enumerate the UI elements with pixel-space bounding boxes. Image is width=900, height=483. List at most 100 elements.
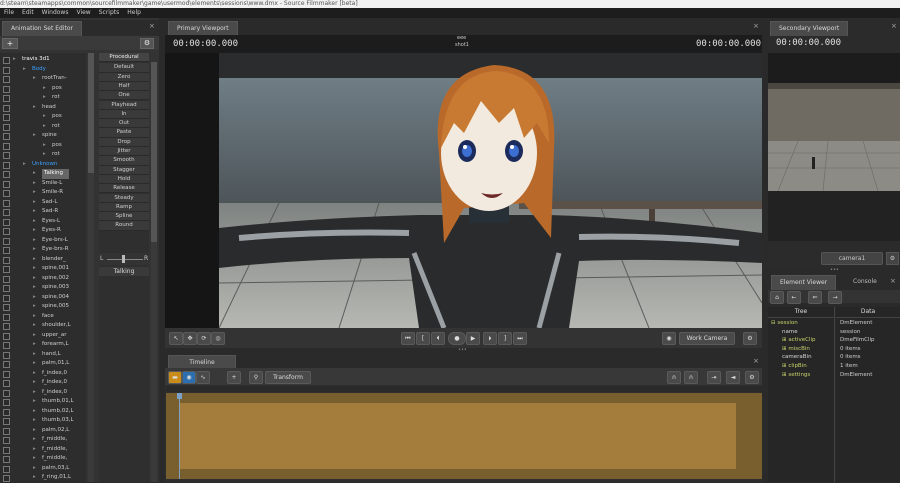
visibility-checkbox[interactable]: [3, 408, 10, 416]
visibility-checkbox[interactable]: [3, 218, 10, 226]
expand-arrow-icon[interactable]: ▸: [33, 274, 36, 284]
menu-edit[interactable]: Edit: [18, 8, 38, 18]
splitter-handle[interactable]: •••: [458, 348, 468, 353]
graph-editor-icon[interactable]: ∿: [196, 371, 210, 384]
tree-row[interactable]: ▸ rot: [0, 150, 86, 160]
tree-row[interactable]: ▸ thumb,03,L: [0, 416, 86, 426]
tree-row[interactable]: ▸ Eyes-L: [0, 217, 86, 227]
viewport-render[interactable]: [219, 53, 762, 328]
tree-column-header[interactable]: Tree: [768, 307, 834, 318]
data-column-header[interactable]: Data: [836, 307, 900, 318]
tab-element-viewer[interactable]: Element Viewer: [771, 275, 837, 290]
visibility-checkbox[interactable]: [3, 209, 10, 216]
expand-arrow-icon[interactable]: ▸: [33, 245, 36, 255]
procedural-scrollbar[interactable]: [151, 62, 157, 482]
tree-row[interactable]: ▸ Body: [0, 65, 86, 75]
tree-row[interactable]: ▸ rot: [0, 122, 86, 132]
gear-icon[interactable]: ⚙: [745, 371, 759, 384]
tree-row[interactable]: ▸ spine,004: [0, 293, 86, 303]
expand-arrow-icon[interactable]: ▸: [33, 217, 36, 227]
home-icon[interactable]: ⌂: [770, 291, 784, 304]
visibility-checkbox[interactable]: [3, 123, 10, 131]
tree-row[interactable]: ▸ pos: [0, 141, 86, 151]
visibility-checkbox[interactable]: [3, 57, 10, 64]
visibility-checkbox[interactable]: [3, 351, 10, 359]
visibility-checkbox[interactable]: [3, 304, 10, 311]
element-tree-row[interactable]: ⊞ activeClip: [782, 336, 815, 345]
visibility-checkbox[interactable]: [3, 361, 10, 368]
audio-icon[interactable]: ◄: [726, 371, 740, 384]
fit-icon[interactable]: ⇥: [707, 371, 721, 384]
select-tool-icon[interactable]: ↖: [169, 332, 183, 345]
visibility-checkbox[interactable]: [3, 294, 10, 302]
skip-to-start-icon[interactable]: ⏮: [401, 332, 415, 345]
headphones-icon[interactable]: ∩: [684, 371, 698, 384]
procedural-button[interactable]: Jitter: [99, 147, 149, 157]
visibility-checkbox[interactable]: [3, 342, 10, 349]
tree-row[interactable]: ▸ Sad-R: [0, 207, 86, 217]
visibility-checkbox[interactable]: [3, 142, 10, 150]
visibility-checkbox[interactable]: [3, 161, 10, 169]
expand-arrow-icon[interactable]: ▸: [43, 141, 46, 151]
expand-arrow-icon[interactable]: ▸: [33, 312, 36, 322]
tree-row[interactable]: ▸ Unknown: [0, 160, 86, 170]
expand-arrow-icon[interactable]: ▸: [13, 55, 16, 65]
tree-row[interactable]: ▸ f_index,0: [0, 369, 86, 379]
visibility-checkbox[interactable]: [3, 104, 10, 112]
visibility-checkbox[interactable]: [3, 456, 10, 463]
expand-arrow-icon[interactable]: ▸: [33, 198, 36, 208]
visibility-checkbox[interactable]: [3, 171, 10, 178]
menu-windows[interactable]: Windows: [38, 8, 73, 18]
visibility-checkbox[interactable]: [3, 256, 10, 264]
expand-arrow-icon[interactable]: ▸: [33, 369, 36, 379]
tree-row[interactable]: ▸ pos: [0, 112, 86, 122]
tab-animation-set-editor[interactable]: Animation Set Editor: [2, 21, 83, 36]
procedural-button[interactable]: In: [99, 109, 149, 120]
procedural-button[interactable]: Stagger: [99, 165, 149, 175]
tree-row[interactable]: ▸ rot: [0, 93, 86, 103]
expand-arrow-icon[interactable]: ▸: [43, 84, 46, 94]
element-tree-row[interactable]: ⊟ session: [771, 319, 798, 328]
tree-row[interactable]: ▸ thumb,02,L: [0, 407, 86, 417]
expand-arrow-icon[interactable]: ▸: [33, 283, 36, 293]
timeline-film-clip[interactable]: [180, 403, 736, 469]
expand-arrow-icon[interactable]: ▸: [33, 464, 36, 474]
playhead-marker[interactable]: [179, 393, 180, 479]
visibility-checkbox[interactable]: [3, 446, 10, 454]
element-tree-row[interactable]: name: [782, 328, 798, 337]
tree-row[interactable]: ▸ shoulder,L: [0, 321, 86, 331]
menu-help[interactable]: Help: [123, 8, 145, 18]
tree-row[interactable]: ▸ spine,005: [0, 302, 86, 312]
expand-arrow-icon[interactable]: ▸: [33, 378, 36, 388]
element-tree-row[interactable]: ⊞ miscBin: [782, 345, 810, 354]
element-tree-row[interactable]: ⊞ settings: [782, 371, 810, 380]
add-animation-set-button[interactable]: +: [2, 38, 18, 49]
tree-row[interactable]: ▸ face: [0, 312, 86, 322]
expand-arrow-icon[interactable]: ▸: [33, 293, 36, 303]
tree-scrollbar[interactable]: [88, 53, 94, 482]
menu-view[interactable]: View: [72, 8, 94, 18]
prev-icon[interactable]: ⇐: [808, 291, 822, 304]
visibility-checkbox[interactable]: [3, 66, 10, 74]
tree-row[interactable]: ▸ f_middle,: [0, 435, 86, 445]
gear-icon[interactable]: ⚙: [140, 38, 154, 49]
expand-arrow-icon[interactable]: ▸: [33, 445, 36, 455]
gear-icon[interactable]: ⚙: [886, 252, 899, 265]
tree-scroll-thumb[interactable]: [88, 53, 94, 173]
element-tree-row[interactable]: cameraBin: [782, 353, 812, 362]
record-icon[interactable]: ●: [448, 332, 466, 345]
expand-arrow-icon[interactable]: ▸: [23, 160, 26, 170]
tree-row[interactable]: ▸ Eye-brs-L: [0, 236, 86, 246]
procedural-button[interactable]: Playhead: [99, 100, 149, 110]
expand-arrow-icon[interactable]: ▸: [33, 331, 36, 341]
tree-row[interactable]: ▸ f_index,0: [0, 378, 86, 388]
tree-row[interactable]: ▸ travis 3d1: [0, 55, 86, 65]
expand-arrow-icon[interactable]: ▸: [33, 255, 36, 265]
tab-secondary-viewport[interactable]: Secondary Viewport: [770, 21, 849, 36]
menu-scripts[interactable]: Scripts: [95, 8, 124, 18]
procedural-header[interactable]: Procedural: [99, 53, 149, 63]
splitter-handle-right[interactable]: •••: [830, 267, 839, 273]
visibility-checkbox[interactable]: [3, 247, 10, 254]
camera1-dropdown[interactable]: camera1: [821, 252, 883, 265]
tree-row[interactable]: ▸ blender_: [0, 255, 86, 265]
